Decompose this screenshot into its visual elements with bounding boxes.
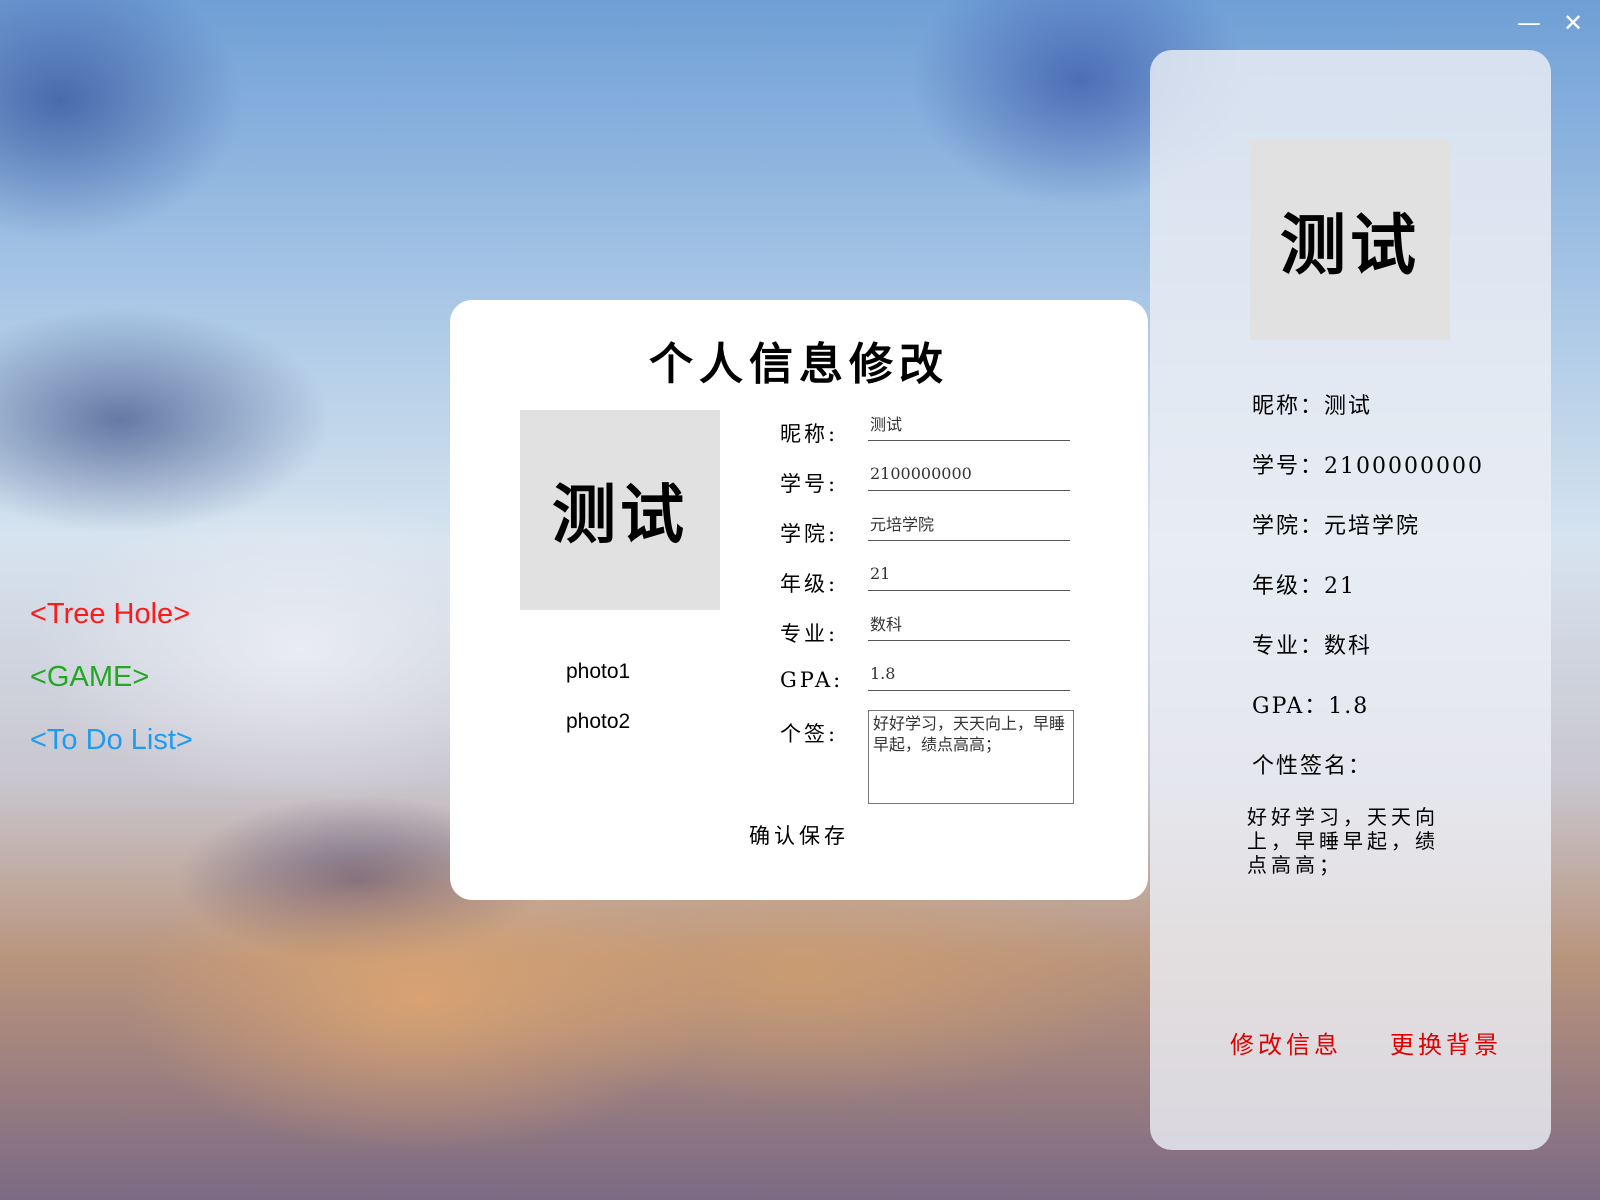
profile-signature: 好好学习，天天向上，早睡早起，绩点高高； <box>1247 805 1439 877</box>
signature-label: 个签: <box>780 722 839 746</box>
grade-input[interactable] <box>868 556 1070 591</box>
college-input[interactable] <box>868 506 1070 541</box>
profile-major: 专业：数科 <box>1252 634 1373 659</box>
edit-profile-card: 个人信息修改 测试 photo1 photo2 昵称: 学号: 学院: 年级: … <box>450 300 1148 900</box>
student-id-label: 学号: <box>780 472 839 496</box>
edit-title: 个人信息修改 <box>649 339 949 390</box>
edit-info-button[interactable]: 修改信息 <box>1230 1025 1342 1060</box>
profile-panel: 测试 昵称：测试 学号：2100000000 学院：元培学院 年级：21 专业：… <box>1150 50 1551 1150</box>
gpa-label: GPA: <box>780 668 844 692</box>
major-label: 专业: <box>780 622 839 646</box>
profile-gpa: GPA：1.8 <box>1252 694 1370 719</box>
nav-todo-list[interactable]: <To Do List> <box>30 724 193 757</box>
profile-college: 学院：元培学院 <box>1252 514 1421 539</box>
major-input[interactable] <box>868 606 1070 641</box>
signature-textarea[interactable]: 好好学习，天天向上，早睡早起，绩点高高； <box>868 710 1074 804</box>
nickname-input[interactable] <box>868 406 1070 441</box>
photo2-option[interactable]: photo2 <box>566 710 630 734</box>
nav-game[interactable]: <GAME> <box>30 661 193 694</box>
nickname-label: 昵称: <box>780 422 839 446</box>
close-icon[interactable]: ✕ <box>1560 10 1586 36</box>
side-nav: <Tree Hole> <GAME> <To Do List> <box>30 598 193 787</box>
edit-avatar[interactable]: 测试 <box>520 410 720 610</box>
profile-avatar: 测试 <box>1250 140 1450 340</box>
profile-student-id: 学号：2100000000 <box>1252 454 1484 479</box>
college-label: 学院: <box>780 522 839 546</box>
student-id-input[interactable] <box>868 456 1070 491</box>
gpa-input[interactable] <box>868 656 1070 691</box>
window-controls: — ✕ <box>1516 10 1586 36</box>
profile-grade: 年级：21 <box>1252 574 1356 599</box>
minimize-icon[interactable]: — <box>1516 10 1542 36</box>
profile-nickname: 昵称：测试 <box>1252 394 1373 419</box>
save-button[interactable]: 确认保存 <box>450 820 1148 850</box>
photo1-option[interactable]: photo1 <box>566 660 630 684</box>
grade-label: 年级: <box>780 572 839 596</box>
profile-signature-label: 个性签名： <box>1252 754 1373 779</box>
nav-tree-hole[interactable]: <Tree Hole> <box>30 598 193 631</box>
change-background-button[interactable]: 更换背景 <box>1390 1025 1502 1060</box>
